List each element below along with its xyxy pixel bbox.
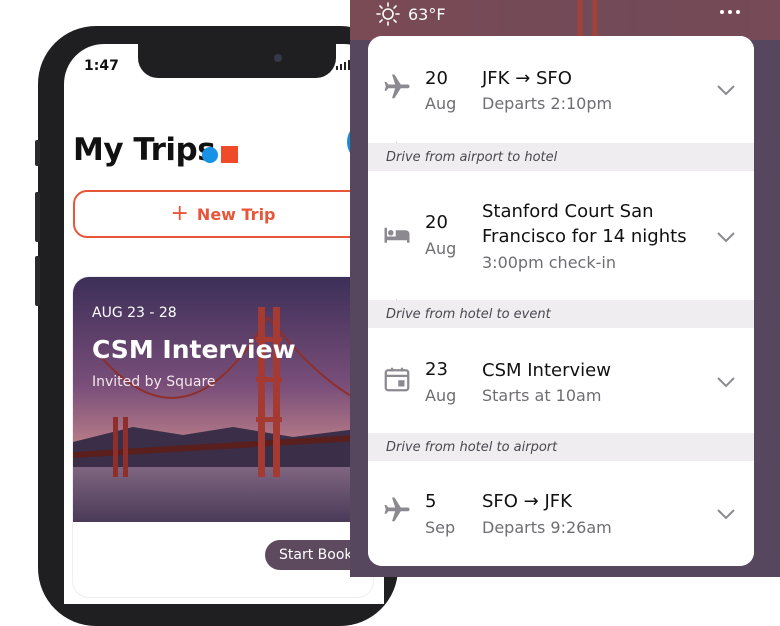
trip-name: CSM Interview	[92, 335, 296, 364]
phone-side-button	[35, 140, 40, 166]
weather: 63°F	[376, 2, 446, 26]
chevron-down-icon[interactable]	[716, 508, 736, 520]
new-trip-button[interactable]: + New Trip	[73, 190, 373, 238]
itinerary-item-event[interactable]: 23 Aug CSM Interview Starts at 10am	[368, 328, 754, 433]
drive-separator[interactable]: Drive from hotel to airport	[368, 433, 754, 461]
camera-icon	[274, 54, 282, 62]
phone-notch	[138, 44, 336, 78]
item-month: Sep	[425, 518, 456, 537]
item-title: CSM Interview	[482, 360, 611, 381]
plus-icon: +	[170, 201, 189, 226]
item-month: Aug	[425, 239, 457, 258]
item-subtitle: Starts at 10am	[482, 386, 602, 405]
chevron-down-icon[interactable]	[716, 231, 736, 243]
status-time: 1:47	[84, 58, 119, 74]
airplane-icon	[384, 74, 410, 99]
item-day: 20	[425, 212, 448, 233]
itinerary-item-flight[interactable]: 20 Aug JFK → SFO Departs 2:10pm	[368, 36, 754, 142]
phone-side-button	[35, 256, 40, 306]
item-month: Aug	[425, 386, 457, 405]
itinerary-card: 20 Aug JFK → SFO Departs 2:10pm Drive fr…	[368, 36, 754, 566]
item-day: 23	[425, 359, 448, 380]
sun-icon	[376, 2, 400, 26]
item-subtitle: 3:00pm check-in	[482, 253, 616, 272]
item-title: SFO → JFK	[482, 491, 572, 512]
logo-square-icon	[221, 146, 238, 163]
item-title-line2: Francisco for 14 nights	[482, 226, 687, 247]
item-subtitle: Departs 2:10pm	[482, 94, 613, 113]
new-trip-label: New Trip	[196, 204, 276, 224]
logo-dot-icon	[202, 147, 218, 163]
temperature: 63°F	[408, 4, 446, 24]
item-day: 5	[425, 491, 437, 512]
itinerary-item-hotel[interactable]: 20 Aug Stanford Court San Francisco for …	[368, 171, 754, 299]
item-day: 20	[425, 68, 448, 89]
airplane-icon	[384, 497, 410, 522]
phone-side-button	[35, 192, 40, 242]
drive-separator[interactable]: Drive from airport to hotel	[368, 143, 754, 171]
itinerary-item-flight[interactable]: 5 Sep SFO → JFK Departs 9:26am	[368, 461, 754, 566]
item-title-line1: Stanford Court San	[482, 201, 654, 222]
trip-invited-by: Invited by Square	[92, 374, 216, 390]
calendar-icon	[384, 367, 410, 392]
chevron-down-icon[interactable]	[716, 84, 736, 96]
bed-icon	[384, 227, 410, 243]
drive-separator[interactable]: Drive from hotel to event	[368, 300, 754, 328]
page-title: My Trips	[73, 132, 216, 168]
signal-icon	[336, 60, 350, 70]
item-title: JFK → SFO	[482, 68, 572, 89]
chevron-down-icon[interactable]	[716, 376, 736, 388]
item-subtitle: Departs 9:26am	[482, 518, 612, 537]
item-month: Aug	[425, 94, 457, 113]
more-options-icon[interactable]	[720, 10, 740, 14]
trip-dates: AUG 23 - 28	[92, 305, 177, 321]
